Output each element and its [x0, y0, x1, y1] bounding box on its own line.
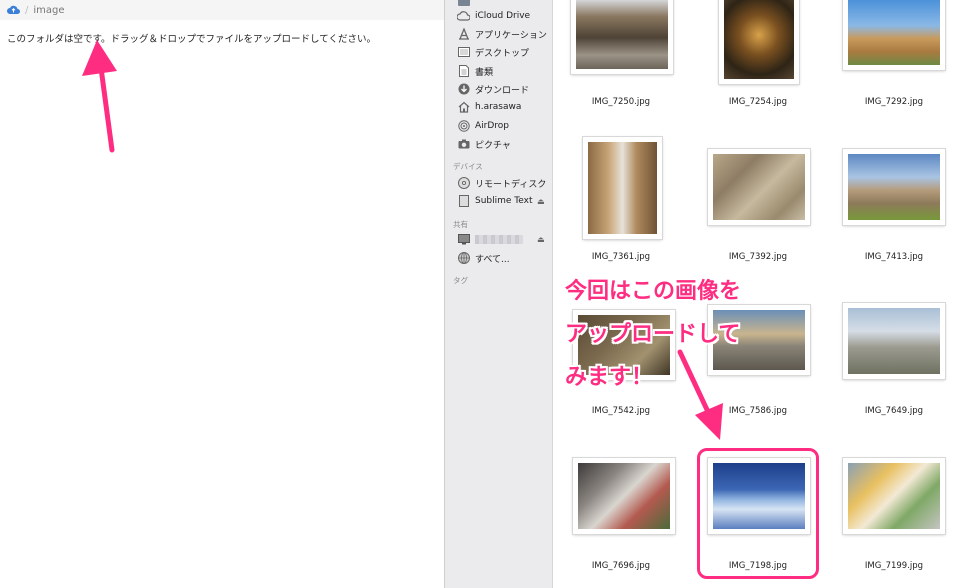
photo-mosaic-floor [713, 154, 805, 220]
finder-sidebar: iCloud Drive アプリケーション デスクトップ 書類 ダウンロード h… [444, 0, 553, 588]
file-name[interactable]: IMG_7392.jpg [698, 252, 818, 262]
eject-icon[interactable]: ⏏ [537, 235, 545, 244]
breadcrumb-folder[interactable]: image [33, 5, 64, 16]
applications-icon [457, 28, 470, 40]
sidebar-item-label: iCloud Drive [475, 11, 531, 21]
file-name[interactable]: IMG_7250.jpg [561, 97, 681, 107]
drive-icon [457, 195, 470, 207]
sidebar-item-recents[interactable] [457, 0, 475, 8]
file-name[interactable]: IMG_7413.jpg [834, 252, 954, 262]
sidebar-item-remote-disc[interactable]: リモートディスク [457, 176, 546, 190]
sidebar-item-desktop[interactable]: デスクトップ [457, 45, 529, 59]
photo-greek-temple [848, 0, 940, 65]
sidebar-item-label: すべて... [475, 254, 510, 265]
file-name[interactable]: IMG_7292.jpg [834, 97, 954, 107]
sidebar-item-pictures[interactable]: ピクチャ [457, 137, 511, 151]
sidebar-item-label: Sublime Text [475, 196, 533, 206]
sidebar-item-label: 書類 [475, 67, 494, 78]
file-thumbnail[interactable] [573, 458, 675, 534]
sidebar-item-home[interactable]: h.arasawa [457, 100, 521, 114]
photo-coastal-plaza [848, 308, 940, 374]
file-name[interactable]: IMG_7199.jpg [834, 561, 954, 571]
airdrop-icon [457, 120, 470, 132]
file-name[interactable]: IMG_7361.jpg [561, 252, 681, 262]
sidebar-item-label: h.arasawa [475, 102, 522, 112]
cloud-upload-icon[interactable] [7, 5, 20, 15]
home-icon [457, 101, 470, 113]
photo-hilltop-town [848, 154, 940, 220]
folder-icon [457, 0, 470, 7]
file-name[interactable]: IMG_7649.jpg [834, 406, 954, 416]
sidebar-item-sublime-text[interactable]: Sublime Text ⏏ [457, 194, 557, 208]
file-name[interactable]: IMG_7696.jpg [561, 561, 681, 571]
photo-inflight-meal [578, 463, 670, 529]
sidebar-item-label: リモートディスク [475, 179, 547, 190]
camera-icon [457, 138, 470, 150]
network-icon [457, 252, 470, 264]
sidebar-item-label: ダウンロード [475, 85, 530, 96]
sidebar-item-applications[interactable]: アプリケーション [457, 27, 547, 41]
file-thumbnail[interactable] [708, 149, 810, 225]
file-thumbnail[interactable] [571, 0, 673, 74]
annotation-line: アップロードして [565, 322, 741, 347]
blurred-computer-name [475, 234, 523, 244]
breadcrumb: / image [0, 0, 444, 20]
sidebar-item-downloads[interactable]: ダウンロード [457, 82, 529, 96]
empty-folder-message: このフォルダは空です。ドラッグ＆ドロップでファイルをアップロードしてください。 [7, 34, 376, 45]
file-thumbnail[interactable] [583, 137, 662, 239]
web-upload-panel[interactable]: / image このフォルダは空です。ドラッグ＆ドロップでファイルをアップロード… [0, 0, 444, 588]
file-thumbnail[interactable] [843, 0, 945, 70]
sidebar-item-shared-computer[interactable]: ⏏ [457, 232, 557, 246]
sidebar-item-label: アプリケーション [475, 30, 547, 41]
documents-icon [457, 65, 470, 77]
sidebar-item-icloud[interactable]: iCloud Drive [457, 9, 530, 23]
file-name[interactable]: IMG_7542.jpg [561, 406, 681, 416]
sidebar-header-tags: タグ [453, 276, 468, 285]
sidebar-item-label: AirDrop [475, 121, 510, 131]
file-thumbnail[interactable] [719, 0, 799, 84]
eject-icon[interactable]: ⏏ [537, 197, 545, 206]
sidebar-header-shared: 共有 [453, 220, 468, 229]
annotation-line: みます！ [565, 365, 654, 390]
computer-icon [457, 233, 470, 245]
sidebar-item-label: ピクチャ [475, 140, 511, 151]
disc-icon [457, 177, 470, 189]
photo-cathedral-ceiling [724, 0, 794, 79]
sidebar-item-airdrop[interactable]: AirDrop [457, 119, 509, 133]
cloud-icon [457, 10, 470, 22]
sidebar-item-documents[interactable]: 書類 [457, 64, 493, 78]
sidebar-item-label: デスクトップ [475, 48, 530, 59]
annotation-callout: 今回はこの画像を アップロードして みます！ [565, 270, 741, 399]
highlight-box [697, 448, 819, 579]
file-name[interactable]: IMG_7254.jpg [698, 97, 818, 107]
annotation-line: 今回はこの画像を [565, 279, 742, 304]
file-thumbnail[interactable] [843, 303, 945, 379]
photo-breakfast-tray [848, 463, 940, 529]
photo-courtyard-arches [576, 0, 668, 69]
photo-narrow-street [588, 142, 657, 234]
file-name[interactable]: IMG_7586.jpg [698, 406, 818, 416]
sidebar-item-all-shared[interactable]: すべて... [457, 251, 510, 265]
sidebar-header-devices: デバイス [453, 162, 483, 171]
download-icon [457, 83, 470, 95]
file-thumbnail[interactable] [843, 458, 945, 534]
desktop-icon [457, 46, 470, 58]
breadcrumb-separator: / [25, 4, 29, 16]
file-thumbnail[interactable] [843, 149, 945, 225]
